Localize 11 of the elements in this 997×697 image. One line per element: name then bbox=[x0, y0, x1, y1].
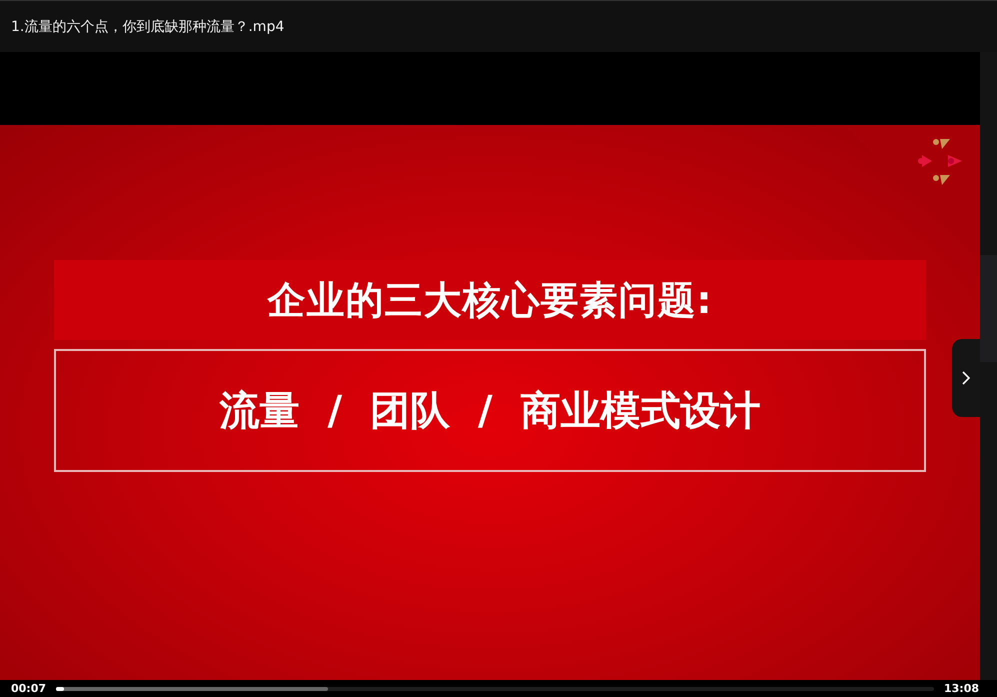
next-button[interactable] bbox=[952, 339, 980, 417]
scrollbar-thumb[interactable] bbox=[980, 255, 997, 362]
current-time: 00:07 bbox=[11, 682, 46, 695]
slide-topics: 流量 / 团队 / 商业模式设计 bbox=[220, 387, 760, 436]
duration: 13:08 bbox=[944, 682, 979, 695]
progress-track[interactable] bbox=[56, 686, 934, 690]
chevron-right-icon bbox=[962, 371, 970, 385]
progress-fill[interactable] bbox=[56, 686, 64, 690]
scrollbar[interactable] bbox=[980, 52, 997, 680]
slide-heading: 企业的三大核心要素问题: bbox=[267, 276, 713, 324]
window-title: 1.流量的六个点，你到底缺那种流量？.mp4 bbox=[11, 18, 284, 36]
